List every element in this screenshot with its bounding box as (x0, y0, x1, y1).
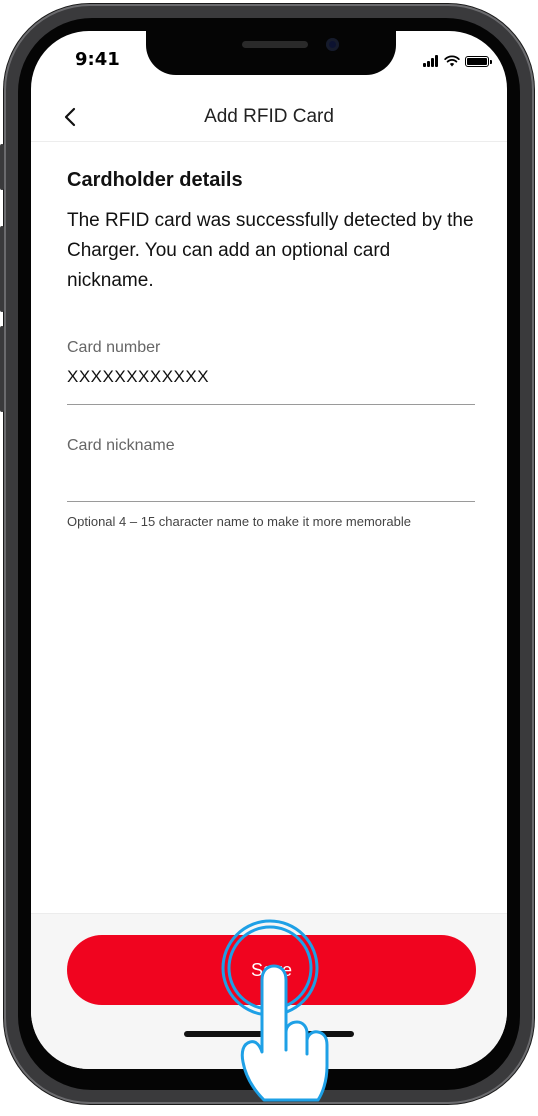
card-nickname-input[interactable] (67, 463, 475, 491)
app-screen: 9:41 Add RFID Card Cardholder details Th… (31, 31, 507, 1069)
nav-bar: Add RFID Card (31, 93, 507, 142)
page-title: Add RFID Card (204, 106, 334, 127)
front-camera (326, 38, 339, 51)
save-button-label: Save (250, 960, 293, 980)
section-description: The RFID card was successfully detected … (67, 210, 474, 291)
card-nickname-label: Card nickname (67, 437, 175, 454)
status-time: 9:41 (75, 49, 120, 70)
volume-up-button (0, 226, 4, 312)
card-number-value: XXXXXXXXXXXX (67, 367, 210, 386)
section-title: Cardholder details (67, 169, 243, 191)
wifi-icon (444, 55, 460, 67)
home-indicator (184, 1031, 354, 1037)
card-nickname-underline (67, 501, 475, 502)
silent-switch (0, 144, 4, 190)
volume-down-button (0, 326, 4, 412)
cardholder-details-section: Cardholder details The RFID card was suc… (67, 169, 475, 296)
card-nickname-helper: Optional 4 – 15 character name to make i… (67, 514, 411, 529)
save-button[interactable]: Save (67, 935, 476, 1005)
card-number-underline (67, 404, 475, 405)
status-icons (423, 53, 492, 67)
signal-icon (423, 55, 439, 67)
card-nickname-field[interactable]: Card nickname (67, 437, 475, 503)
battery-icon (465, 56, 492, 67)
card-number-field: Card number XXXXXXXXXXXX (67, 339, 475, 405)
speaker-grille (242, 41, 308, 48)
card-number-label: Card number (67, 339, 161, 356)
notch (146, 31, 396, 75)
